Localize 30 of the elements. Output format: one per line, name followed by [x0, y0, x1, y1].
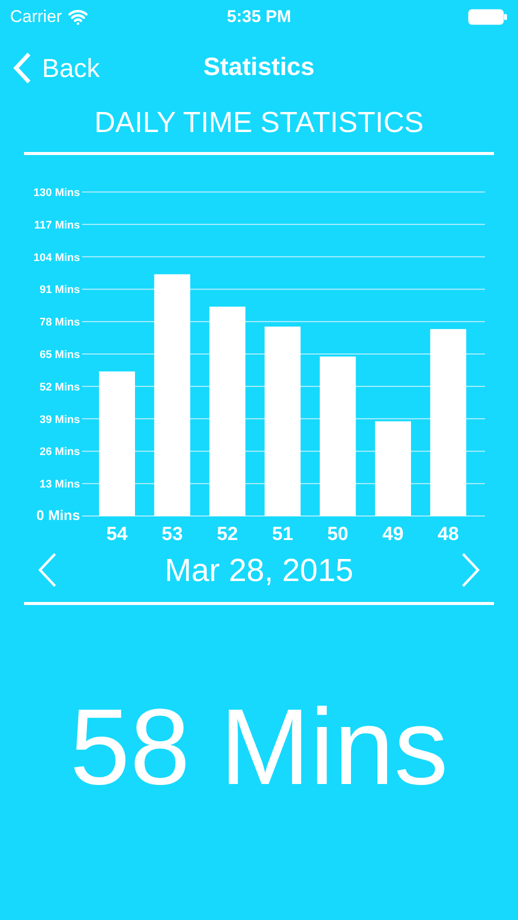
section-heading: DAILY TIME STATISTICS [94, 106, 424, 141]
axis-label: 65 Mins [40, 348, 80, 360]
category-label: 53 [162, 524, 183, 542]
axis-label: 0 Mins [36, 506, 80, 522]
axis-label: 117 Mins [34, 218, 80, 231]
category-label: 49 [382, 524, 404, 542]
date-label: Mar 28, 2015 [164, 551, 354, 590]
total-minutes: 58 Mins [70, 693, 448, 802]
clock-time: 5:35 PM [226, 6, 292, 28]
axis-label: 39 Mins [40, 413, 80, 426]
axis-label: 52 Mins [40, 380, 80, 393]
carrier-name: Carrier [10, 6, 62, 28]
chevron-left-icon [36, 552, 58, 588]
chevron-right-icon [460, 552, 482, 588]
back-button[interactable]: Back [12, 48, 100, 88]
screen-title: Statistics [203, 52, 315, 84]
category-label: 52 [216, 524, 238, 542]
wifi-icon [68, 7, 88, 27]
category-label: 48 [438, 524, 459, 542]
back-chevron-icon [12, 51, 32, 85]
axis-label: 13 Mins [40, 478, 80, 490]
battery-icon [468, 8, 508, 26]
axis-label: 104 Mins [34, 251, 80, 264]
axis-label: 26 Mins [40, 446, 80, 458]
category-label: 51 [272, 524, 294, 542]
axis-label: 130 Mins [34, 186, 80, 198]
category-label: 50 [327, 524, 348, 542]
axis-label: 91 Mins [40, 284, 80, 296]
category-label: 54 [106, 524, 128, 542]
axis-label: 78 Mins [40, 316, 80, 328]
